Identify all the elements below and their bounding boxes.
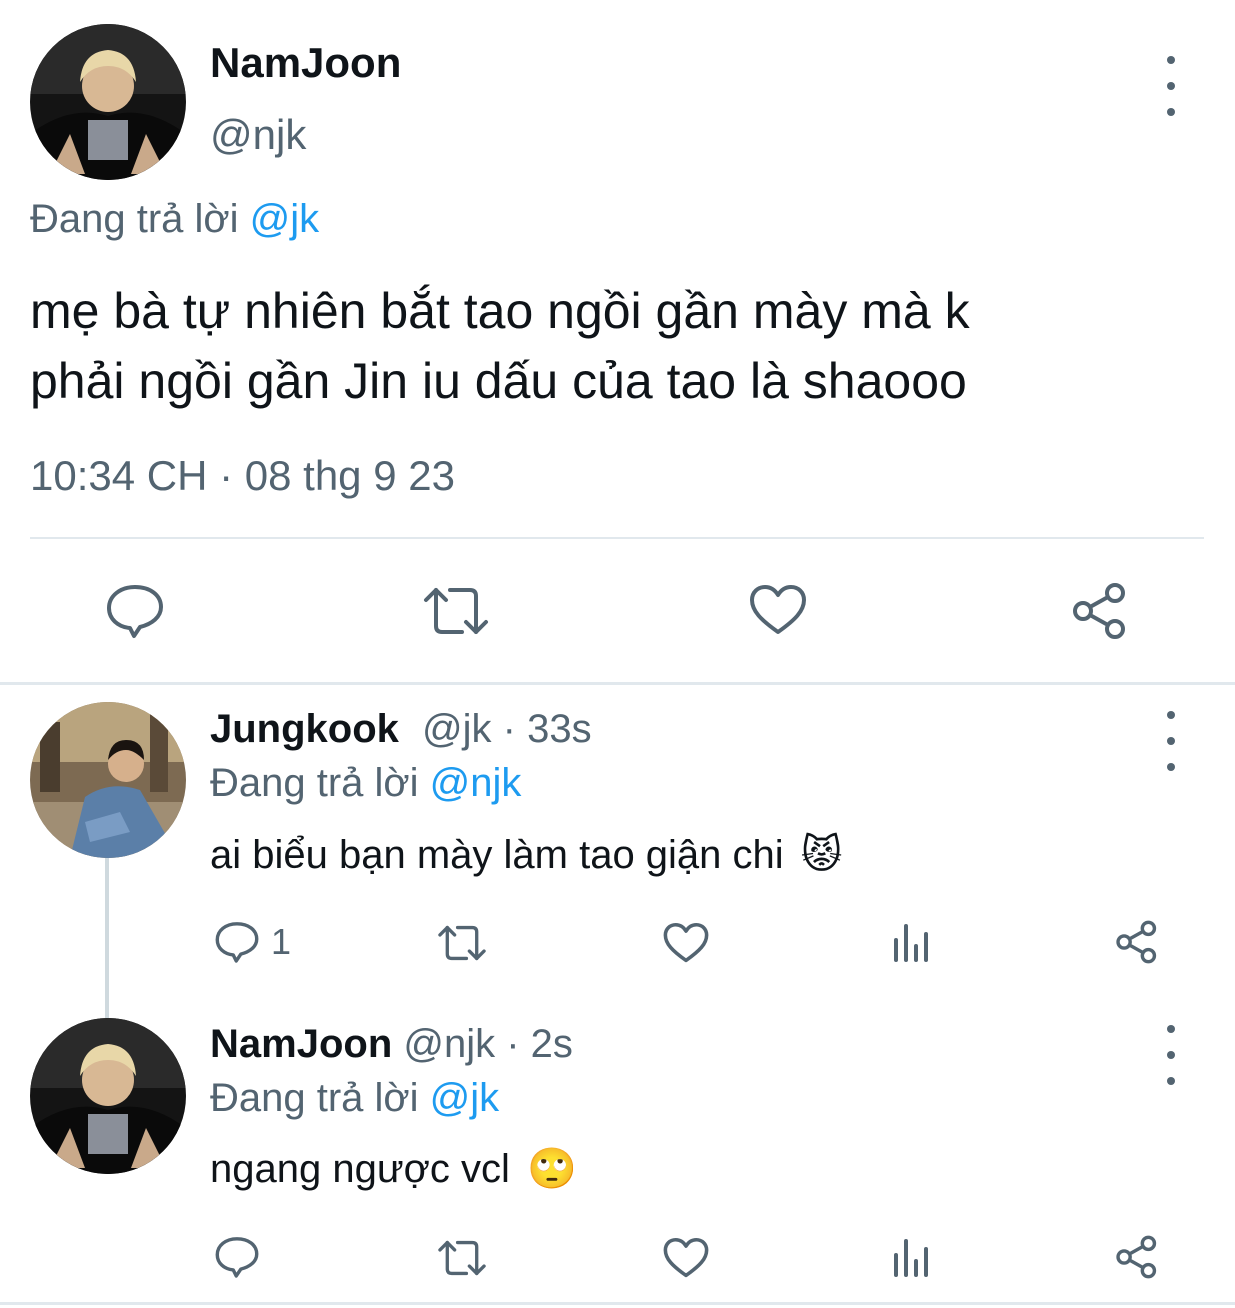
reply-time[interactable]: · 2s [506,1022,573,1066]
pouting-cat-emoji: 😾 [800,833,843,877]
comment-icon [215,1237,259,1278]
reply-context: Đang trả lời @jk [30,196,319,242]
comment-icon [215,922,259,963]
reply-button[interactable]: 1 [215,921,291,963]
analytics-button[interactable] [893,922,931,962]
eye-roll-emoji: 🙄 [526,1147,577,1191]
analytics-button[interactable] [893,1237,931,1277]
divider [30,537,1204,539]
author-name[interactable]: NamJoon [210,40,401,86]
reply-button[interactable] [106,584,164,638]
share-button[interactable] [1115,1235,1159,1279]
bar-chart-icon [894,924,928,962]
retweet-button[interactable] [437,924,487,962]
reply-context: Đang trả lời @jk [210,1075,499,1121]
reply-count: 1 [271,921,292,962]
reply-text-content: ngang ngược vcl [210,1147,510,1191]
section-divider [0,682,1235,685]
like-button[interactable] [663,922,709,964]
retweet-icon [424,588,488,634]
reply-prefix: Đang trả lời [210,1076,419,1120]
avatar[interactable] [30,24,186,180]
retweet-button[interactable] [422,586,490,636]
reply-prefix: Đang trả lời [30,197,239,241]
share-icon [1116,920,1157,964]
more-options-button[interactable] [1161,711,1181,771]
reply-mention-link[interactable]: @jk [250,197,320,241]
heart-icon [750,585,806,634]
share-button[interactable] [1115,920,1159,964]
author-name[interactable]: NamJoon [210,1022,392,1066]
reply-header: NamJoon @njk · 2s [210,1021,573,1067]
like-button[interactable] [663,1237,709,1279]
reply-header: Jungkook @jk · 33s [210,706,592,752]
reply-text-content: ai biểu bạn mày làm tao giận chi [210,833,784,877]
heart-icon [663,922,709,963]
reply-text: ngang ngược vcl 🙄 [210,1144,577,1194]
comment-icon [107,585,163,638]
reply-mention-link[interactable]: @njk [430,761,522,805]
reply-context: Đang trả lời @njk [210,760,521,806]
like-button[interactable] [749,584,807,636]
more-vertical-icon [1161,56,1181,116]
heart-icon [663,1237,709,1278]
avatar[interactable] [30,1018,186,1174]
reply-text: ai biểu bạn mày làm tao giận chi 😾 [210,830,843,880]
author-handle[interactable]: @njk [403,1022,495,1066]
tweet-text-line: mẹ bà tự nhiên bắt tao ngồi gần mày mà k [30,283,970,339]
avatar[interactable] [30,702,186,858]
share-icon [1116,1235,1157,1279]
share-icon [1073,583,1125,639]
thread-line [105,858,109,1018]
author-handle[interactable]: @njk [210,112,306,158]
more-options-button[interactable] [1161,1025,1181,1085]
retweet-icon [438,925,486,961]
reply-time[interactable]: · 33s [503,707,592,751]
reply-button[interactable] [215,1236,259,1278]
reply-prefix: Đang trả lời [210,761,419,805]
bottom-divider [0,1302,1235,1305]
tweet-timestamp[interactable]: 10:34 CH · 08 thg 9 23 [30,452,455,500]
retweet-icon [438,1240,486,1276]
bar-chart-icon [894,1239,928,1277]
author-handle[interactable]: @jk [422,707,492,751]
author-name[interactable]: Jungkook [210,707,399,751]
tweet-text-line: phải ngồi gần Jin iu dấu của tao là shao… [30,353,967,409]
more-options-button[interactable] [1161,56,1181,116]
retweet-button[interactable] [437,1239,487,1277]
reply-mention-link[interactable]: @jk [430,1076,500,1120]
more-vertical-icon [1161,1025,1181,1085]
tweet-text: mẹ bà tự nhiên bắt tao ngồi gần mày mà k… [30,276,970,416]
more-vertical-icon [1161,711,1181,771]
share-button[interactable] [1071,582,1129,640]
